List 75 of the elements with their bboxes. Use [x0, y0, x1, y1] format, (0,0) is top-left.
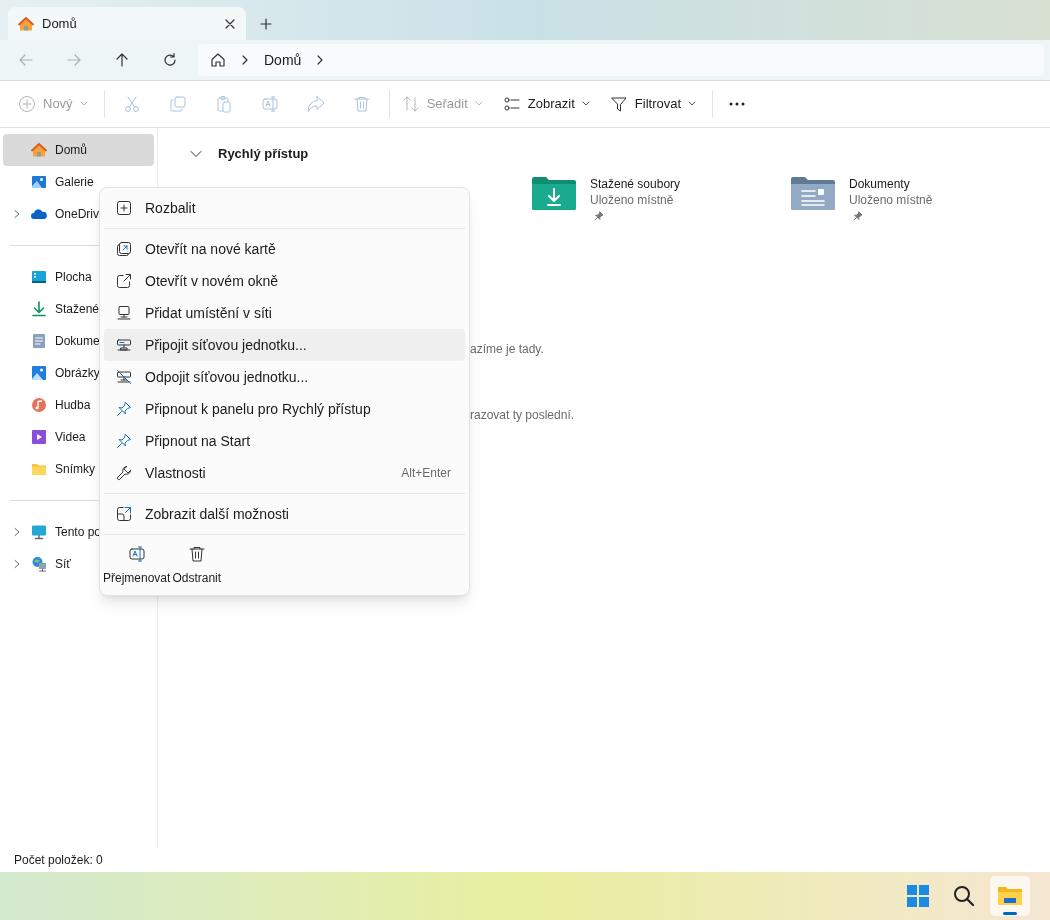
- up-icon: [114, 52, 130, 68]
- more-options-icon: [116, 506, 132, 522]
- info-text: azíme je tady.: [470, 340, 544, 358]
- menu-item[interactable]: Odpojit síťovou jednotku...: [104, 361, 465, 393]
- document-icon: [31, 333, 47, 349]
- info-text: razovat ty poslední.: [470, 406, 575, 424]
- view-button[interactable]: Zobrazit: [494, 88, 598, 120]
- add-icon: [18, 95, 36, 113]
- computer-icon: [116, 305, 132, 321]
- filter-icon: [609, 95, 628, 113]
- folder-status: Uloženo místně: [849, 191, 933, 208]
- breadcrumb-item[interactable]: Domů: [264, 49, 302, 71]
- chevron-icon[interactable]: [13, 209, 21, 219]
- forward-icon: [66, 52, 82, 68]
- sidebar-item[interactable]: Domů: [3, 134, 154, 166]
- active-indicator: [1003, 912, 1017, 915]
- folder-name: Stažené soubory: [590, 175, 681, 192]
- address-bar[interactable]: Domů: [198, 44, 1044, 76]
- tab[interactable]: Domů: [8, 7, 246, 40]
- expand-icon: [116, 200, 132, 216]
- picture-icon: [31, 365, 47, 381]
- menu-item[interactable]: Připojit síťovou jednotku...: [104, 329, 465, 361]
- new-tab-icon: [116, 241, 132, 257]
- menu-action[interactable]: Přejmenovat: [102, 545, 172, 587]
- item-count: Počet položek: 0: [14, 852, 103, 869]
- home-icon: [31, 142, 47, 158]
- monitor-icon: [31, 524, 47, 540]
- video-icon: [31, 429, 47, 445]
- windows-icon: [905, 883, 931, 909]
- menu-item[interactable]: Připnout k panelu pro Rychlý přístup: [104, 393, 465, 425]
- wrench-icon: [116, 465, 132, 481]
- chevron-icon[interactable]: [13, 559, 21, 569]
- disconnect-drive-icon: [116, 369, 132, 385]
- pin-icon: [116, 401, 132, 417]
- file-explorer-button[interactable]: [990, 876, 1030, 916]
- menu-item[interactable]: Otevřít v novém okně: [104, 265, 465, 297]
- gallery-icon: [31, 174, 47, 190]
- chevron-icon: [240, 54, 250, 66]
- new-window-icon: [116, 273, 132, 289]
- home-icon: [210, 52, 226, 68]
- chevron-icon: [190, 149, 202, 158]
- network-icon: [31, 556, 47, 572]
- section-header[interactable]: Rychlý přístup: [190, 144, 309, 164]
- new-tab-icon[interactable]: [260, 17, 272, 30]
- document-folder-icon: [791, 175, 835, 211]
- view-icon: [502, 95, 521, 113]
- filter-button[interactable]: Filtrovat: [601, 88, 705, 120]
- cloud-icon: [31, 206, 47, 222]
- home-icon: [18, 15, 34, 32]
- menu-action[interactable]: Odstranit: [171, 545, 223, 587]
- menu-item[interactable]: Zobrazit další možnosti: [104, 498, 465, 530]
- network-drive-icon: [116, 337, 132, 353]
- menu-item[interactable]: Vlastnosti Alt+Enter: [104, 457, 465, 489]
- search-icon: [951, 883, 977, 909]
- back-icon: [18, 52, 34, 68]
- desktop-icon: [31, 269, 47, 285]
- folder-name: Dokumenty: [849, 175, 911, 192]
- folder-icon: [31, 461, 47, 477]
- refresh-icon: [162, 52, 178, 68]
- chevron-icon[interactable]: [13, 527, 21, 537]
- menu-item[interactable]: Připnout na Start: [104, 425, 465, 457]
- download-folder-icon: [532, 175, 576, 211]
- shortcut-text: Alt+Enter: [401, 465, 451, 482]
- rename-icon: [127, 545, 146, 563]
- close-icon[interactable]: [224, 17, 236, 30]
- pin-icon: [116, 433, 132, 449]
- music-icon: [31, 397, 47, 413]
- folder-tile[interactable]: Stažené soubory Uloženo místně: [532, 175, 791, 221]
- menu-item[interactable]: Otevřít na nové kartě: [104, 233, 465, 265]
- folder-status: Uloženo místně: [590, 191, 675, 208]
- download-icon: [31, 301, 47, 317]
- delete-icon: [187, 545, 206, 563]
- sort-icon: [401, 95, 420, 113]
- menu-item[interactable]: Přidat umístění v síti: [104, 297, 465, 329]
- folder-tile[interactable]: Dokumenty Uloženo místně: [791, 175, 1050, 221]
